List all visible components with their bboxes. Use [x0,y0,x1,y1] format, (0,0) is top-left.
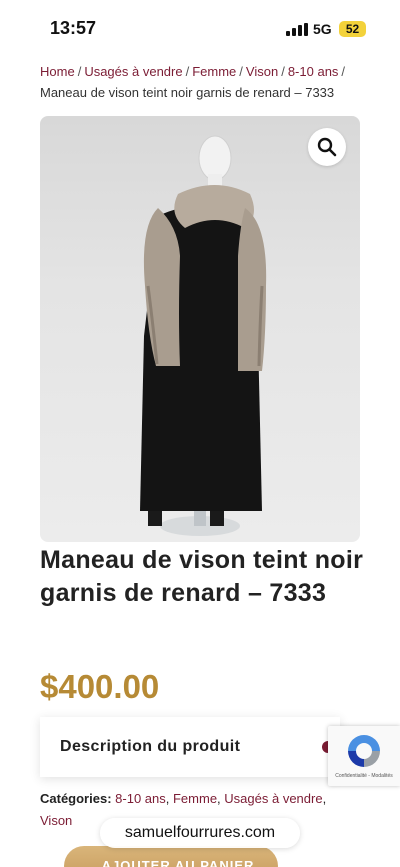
breadcrumb-age[interactable]: 8-10 ans [288,64,339,79]
status-bar: 13:57 5G 52 [0,0,400,54]
description-label: Description du produit [60,738,241,755]
signal-icon [286,23,308,36]
product-price: $400.00 [40,668,160,705]
product-title: Maneau de vison teint noir garnis de ren… [40,546,364,607]
recaptcha-text: Confidentialité - Modalités [335,773,393,779]
categories-label: Catégories: [40,791,112,806]
breadcrumb: Home / Usagés à vendre / Femme / Vison/8-10 an… [40,64,346,100]
battery-icon: 52 [339,21,366,37]
product-image[interactable] [40,116,360,542]
zoom-button[interactable] [308,128,346,166]
category-link[interactable]: Femme [173,791,217,806]
add-to-cart-button[interactable]: AJOUTER AU PANIER [64,846,278,867]
breadcrumb-usages[interactable]: Usagés à vendre [84,64,182,79]
breadcrumb-vison[interactable]: Vison [246,64,278,79]
browser-url-bar[interactable]: samuelfourrures.com [100,818,300,848]
network-type: 5G [313,21,332,37]
category-link[interactable]: Vison [40,813,72,828]
breadcrumb-current: Maneau de vison teint noir garnis de ren… [40,85,335,100]
recaptcha-icon [348,735,380,767]
category-link[interactable]: 8-10 ans [115,791,166,806]
description-panel[interactable]: Description du produit [40,717,340,777]
search-icon [317,137,337,157]
coat-illustration [140,135,267,536]
recaptcha-badge[interactable]: Confidentialité - Modalités [328,726,400,786]
status-time: 13:57 [50,18,97,38]
category-link[interactable]: Usagés à vendre [224,791,322,806]
breadcrumb-home[interactable]: Home [40,64,75,79]
breadcrumb-femme[interactable]: Femme [192,64,236,79]
